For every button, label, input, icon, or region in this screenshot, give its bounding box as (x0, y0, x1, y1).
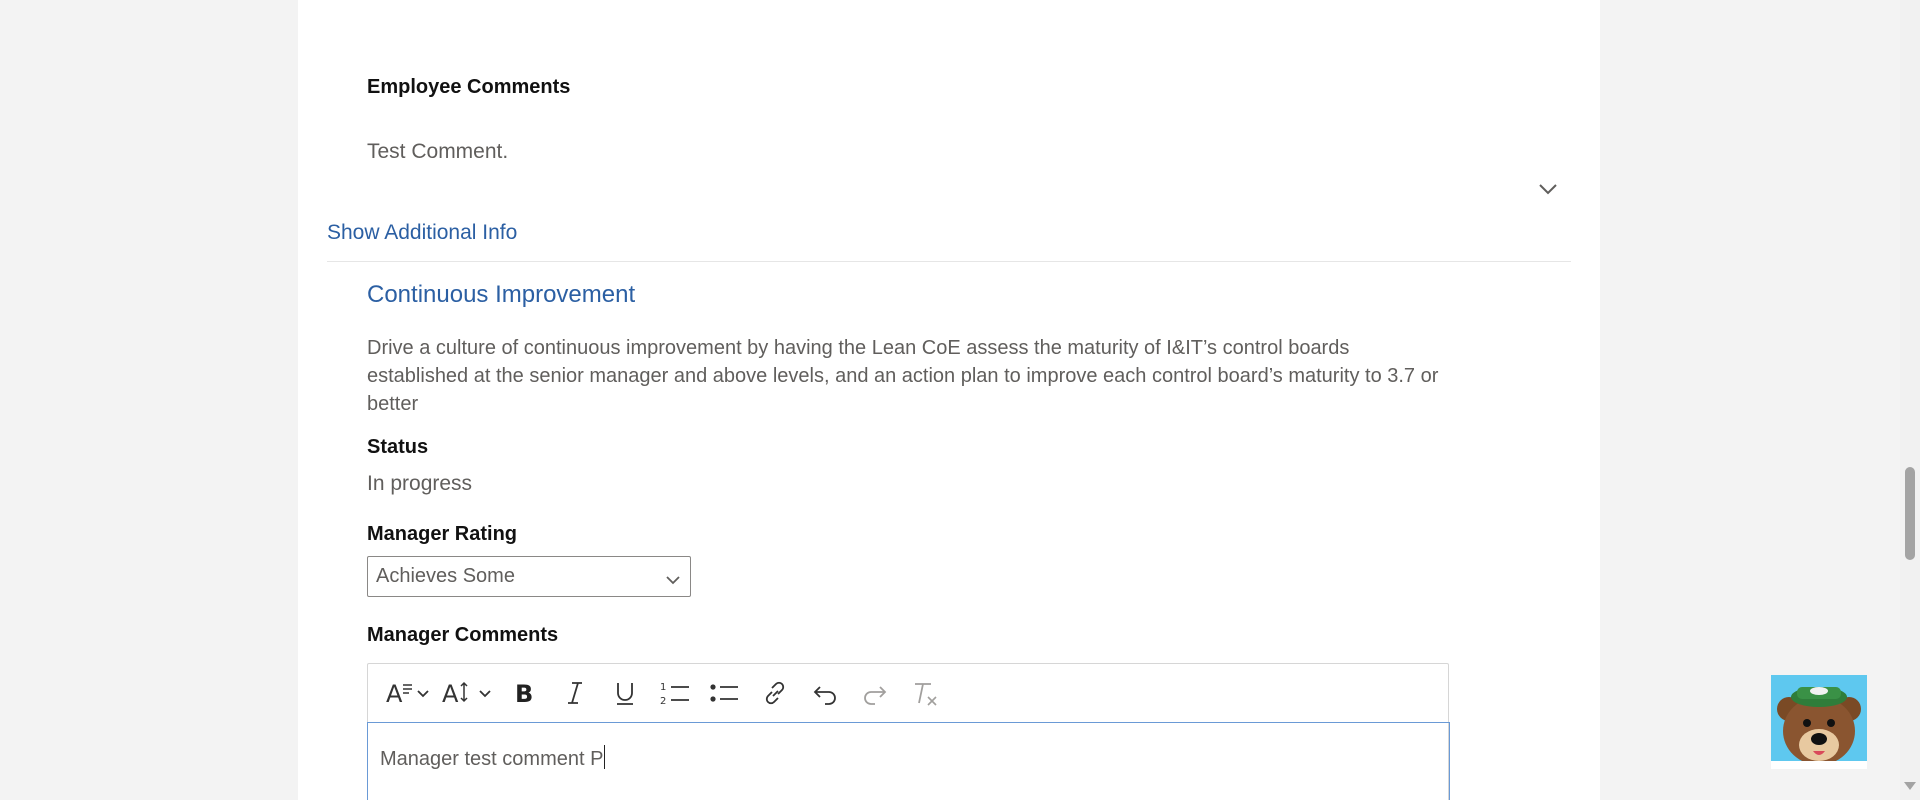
numbered-list-button[interactable]: 12 (650, 673, 700, 713)
svg-text:A: A (442, 680, 459, 707)
svg-text:A: A (386, 680, 403, 707)
svg-text:2: 2 (660, 696, 666, 707)
bullet-list-button[interactable] (700, 673, 750, 713)
scrollbar-thumb[interactable] (1905, 467, 1915, 560)
link-button[interactable] (750, 673, 800, 713)
font-size-icon: A (442, 679, 496, 707)
assistant-bear-button[interactable] (1771, 675, 1867, 769)
chevron-down-icon (665, 569, 681, 592)
goal-description: Drive a culture of continuous improvemen… (367, 337, 1439, 415)
clear-format-icon (911, 679, 939, 707)
manager-comments-text: Manager test comment P (380, 748, 604, 770)
bear-mascot-icon (1771, 687, 1867, 769)
status-value: In progress (367, 472, 473, 495)
undo-button[interactable] (800, 673, 850, 713)
font-size-button[interactable]: A (438, 673, 500, 713)
numbered-list-icon: 12 (660, 679, 690, 707)
goal-title: Continuous Improvement (367, 281, 636, 308)
section-divider (327, 261, 1571, 262)
bold-icon: B (513, 679, 537, 707)
bullet-list-icon (710, 679, 740, 707)
employee-comments-label: Employee Comments (367, 76, 571, 98)
show-additional-info-link[interactable]: Show Additional Info (327, 221, 517, 245)
manager-rating-label: Manager Rating (367, 523, 518, 545)
bold-button[interactable]: B (500, 673, 550, 713)
editor-toolbar: A A B 12 (368, 664, 1448, 723)
redo-icon (861, 679, 889, 707)
manager-comments-label: Manager Comments (367, 624, 559, 646)
underline-button[interactable] (600, 673, 650, 713)
undo-icon (811, 679, 839, 707)
svg-text:1: 1 (660, 682, 666, 693)
manager-rating-select[interactable]: Achieves Some (367, 556, 691, 597)
italic-icon (563, 679, 587, 707)
manager-rating-selected: Achieves Some (376, 565, 515, 587)
redo-button[interactable] (850, 673, 900, 713)
status-label: Status (367, 436, 429, 458)
scroll-down-arrow-icon[interactable] (1904, 782, 1916, 790)
underline-icon (613, 679, 637, 707)
manager-comments-editor: A A B 12 Manager test comment P (367, 663, 1450, 800)
employee-comments-value: Test Comment. (367, 140, 509, 163)
page-scrollbar[interactable] (1900, 0, 1920, 800)
text-caret (604, 745, 606, 769)
clear-format-button[interactable] (900, 673, 950, 713)
font-style-icon: A (386, 679, 432, 707)
font-style-button[interactable]: A (380, 673, 438, 713)
manager-comments-input[interactable]: Manager test comment P (367, 722, 1450, 800)
link-icon (762, 679, 788, 707)
italic-button[interactable] (550, 673, 600, 713)
expand-chevron-icon[interactable] (1538, 182, 1558, 200)
svg-text:B: B (515, 680, 533, 707)
